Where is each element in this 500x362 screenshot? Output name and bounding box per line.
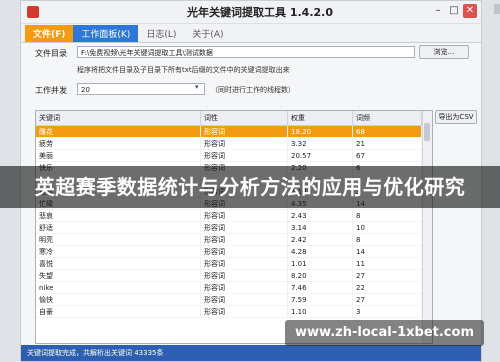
cell-weight: 1.01 <box>287 257 353 270</box>
cell-weight: 4.28 <box>287 245 353 258</box>
keyword-table: 关键词 词性 权重 词频 雕花 形容词 18.20 68 疲劳 形容词 3.32 21 美丽 形容… <box>35 110 433 344</box>
cell-keyword: 疲劳 <box>36 137 201 150</box>
cell-keyword: nike <box>36 281 201 294</box>
cell-pos: 形容词 <box>200 257 288 270</box>
cell-pos: 形容词 <box>200 137 288 150</box>
status-bar: 关键词提取完成，共解析出关键词 43335条 <box>21 345 481 361</box>
cell-frequency: 27 <box>352 269 422 282</box>
tab-file[interactable]: 文件(F) <box>25 25 74 42</box>
cell-weight: 3.14 <box>287 221 353 234</box>
table-row[interactable]: 寒冷 形容词 4.28 14 <box>36 245 422 258</box>
overlay-banner-text: 英超赛季数据统计与分析方法的应用与优化研究 <box>34 175 466 199</box>
cell-pos: 形容词 <box>200 281 288 294</box>
dir-hint: 程序将把文件目录及子目录下所有txt后缀的文件中的关键词提取出来 <box>77 66 290 74</box>
cell-frequency: 3 <box>352 305 422 318</box>
cell-keyword: 寒冷 <box>36 245 201 258</box>
cell-keyword: 明亮 <box>36 233 201 246</box>
title-bar: 光年关键词提取工具 1.4.2.0 – □ ✕ <box>21 1 481 24</box>
cell-frequency: 10 <box>352 221 422 234</box>
minimize-icon[interactable]: – <box>431 4 445 18</box>
cell-weight: 7.59 <box>287 293 353 306</box>
cell-frequency: 27 <box>352 293 422 306</box>
dir-field[interactable]: F:\免费视频\光年关键词提取工具\测试数据 <box>77 46 415 58</box>
cell-pos: 形容词 <box>200 245 288 258</box>
side-tab-icon <box>494 4 500 14</box>
cell-keyword: 雕花 <box>36 125 201 138</box>
watermark-text: www.zh-local-1xbet.com <box>285 320 484 346</box>
table-scrollbar[interactable] <box>422 111 432 343</box>
cell-keyword: 喜悦 <box>36 257 201 270</box>
table-row[interactable]: 疲劳 形容词 3.32 21 <box>36 137 422 150</box>
cell-pos: 形容词 <box>200 269 288 282</box>
cell-keyword: 悲哀 <box>36 209 201 222</box>
cell-pos: 形容词 <box>200 221 288 234</box>
cell-pos: 形容词 <box>200 209 288 222</box>
table-row[interactable]: 悲哀 形容词 2.43 8 <box>36 209 422 222</box>
table-row[interactable]: 明亮 形容词 2.42 8 <box>36 233 422 246</box>
cell-keyword: 美丽 <box>36 149 201 162</box>
cell-frequency: 8 <box>352 209 422 222</box>
cell-weight: 20.57 <box>287 149 353 162</box>
cell-frequency: 21 <box>352 137 422 150</box>
menu-tabs: 文件(F) 工作面板(K) 日志(L) 关于(A) <box>21 24 481 43</box>
dir-label: 文件目录 <box>35 49 67 58</box>
maximize-icon[interactable]: □ <box>447 4 461 18</box>
cell-pos: 形容词 <box>200 125 288 138</box>
tab-workpanel[interactable]: 工作面板(K) <box>73 25 139 42</box>
cell-keyword: 舒适 <box>36 221 201 234</box>
scroll-thumb[interactable] <box>424 123 430 141</box>
table-row[interactable]: 美丽 形容词 20.57 67 <box>36 149 422 162</box>
window-controls: – □ ✕ <box>431 4 477 18</box>
threads-select[interactable]: 20 <box>77 83 205 95</box>
cell-frequency: 67 <box>352 149 422 162</box>
cell-frequency: 8 <box>352 233 422 246</box>
cell-frequency: 68 <box>352 125 422 138</box>
table-row[interactable]: 雕花 形容词 18.20 68 <box>36 125 422 138</box>
cell-weight: 8.20 <box>287 269 353 282</box>
chevron-down-icon[interactable]: ▾ <box>195 83 199 91</box>
threads-label: 工作并发 <box>35 86 67 95</box>
window-title: 光年关键词提取工具 1.4.2.0 <box>187 6 333 19</box>
browse-button[interactable]: 浏览... <box>419 45 469 59</box>
threads-hint: （同时进行工作的线程数） <box>211 86 295 94</box>
cell-frequency: 14 <box>352 245 422 258</box>
table-row[interactable]: nike 形容词 7.46 22 <box>36 281 422 294</box>
tab-log[interactable]: 日志(L) <box>138 25 184 42</box>
table-row[interactable]: 自豪 形容词 1.10 3 <box>36 305 422 318</box>
cell-keyword: 自豪 <box>36 305 201 318</box>
cell-weight: 18.20 <box>287 125 353 138</box>
cell-pos: 形容词 <box>200 305 288 318</box>
cell-frequency: 11 <box>352 257 422 270</box>
header-frequency[interactable]: 词频 <box>352 111 422 126</box>
cell-weight: 3.32 <box>287 137 353 150</box>
cell-frequency: 22 <box>352 281 422 294</box>
table-row[interactable]: 喜悦 形容词 1.01 11 <box>36 257 422 270</box>
cell-keyword: 失望 <box>36 269 201 282</box>
cell-keyword: 愉快 <box>36 293 201 306</box>
header-pos[interactable]: 词性 <box>200 111 288 126</box>
app-icon <box>27 6 39 18</box>
cell-weight: 2.42 <box>287 233 353 246</box>
cell-pos: 形容词 <box>200 149 288 162</box>
cell-pos: 形容词 <box>200 233 288 246</box>
cell-weight: 7.46 <box>287 281 353 294</box>
header-keyword[interactable]: 关键词 <box>36 111 201 126</box>
header-weight[interactable]: 权重 <box>287 111 353 126</box>
table-row[interactable]: 舒适 形容词 3.14 10 <box>36 221 422 234</box>
table-row[interactable]: 愉快 形容词 7.59 27 <box>36 293 422 306</box>
tab-about[interactable]: 关于(A) <box>184 25 231 42</box>
export-csv-button[interactable]: 导出为CSV <box>435 110 477 124</box>
table-row[interactable]: 失望 形容词 8.20 27 <box>36 269 422 282</box>
cell-pos: 形容词 <box>200 293 288 306</box>
cell-weight: 2.43 <box>287 209 353 222</box>
close-icon[interactable]: ✕ <box>463 4 477 18</box>
cell-weight: 1.10 <box>287 305 353 318</box>
